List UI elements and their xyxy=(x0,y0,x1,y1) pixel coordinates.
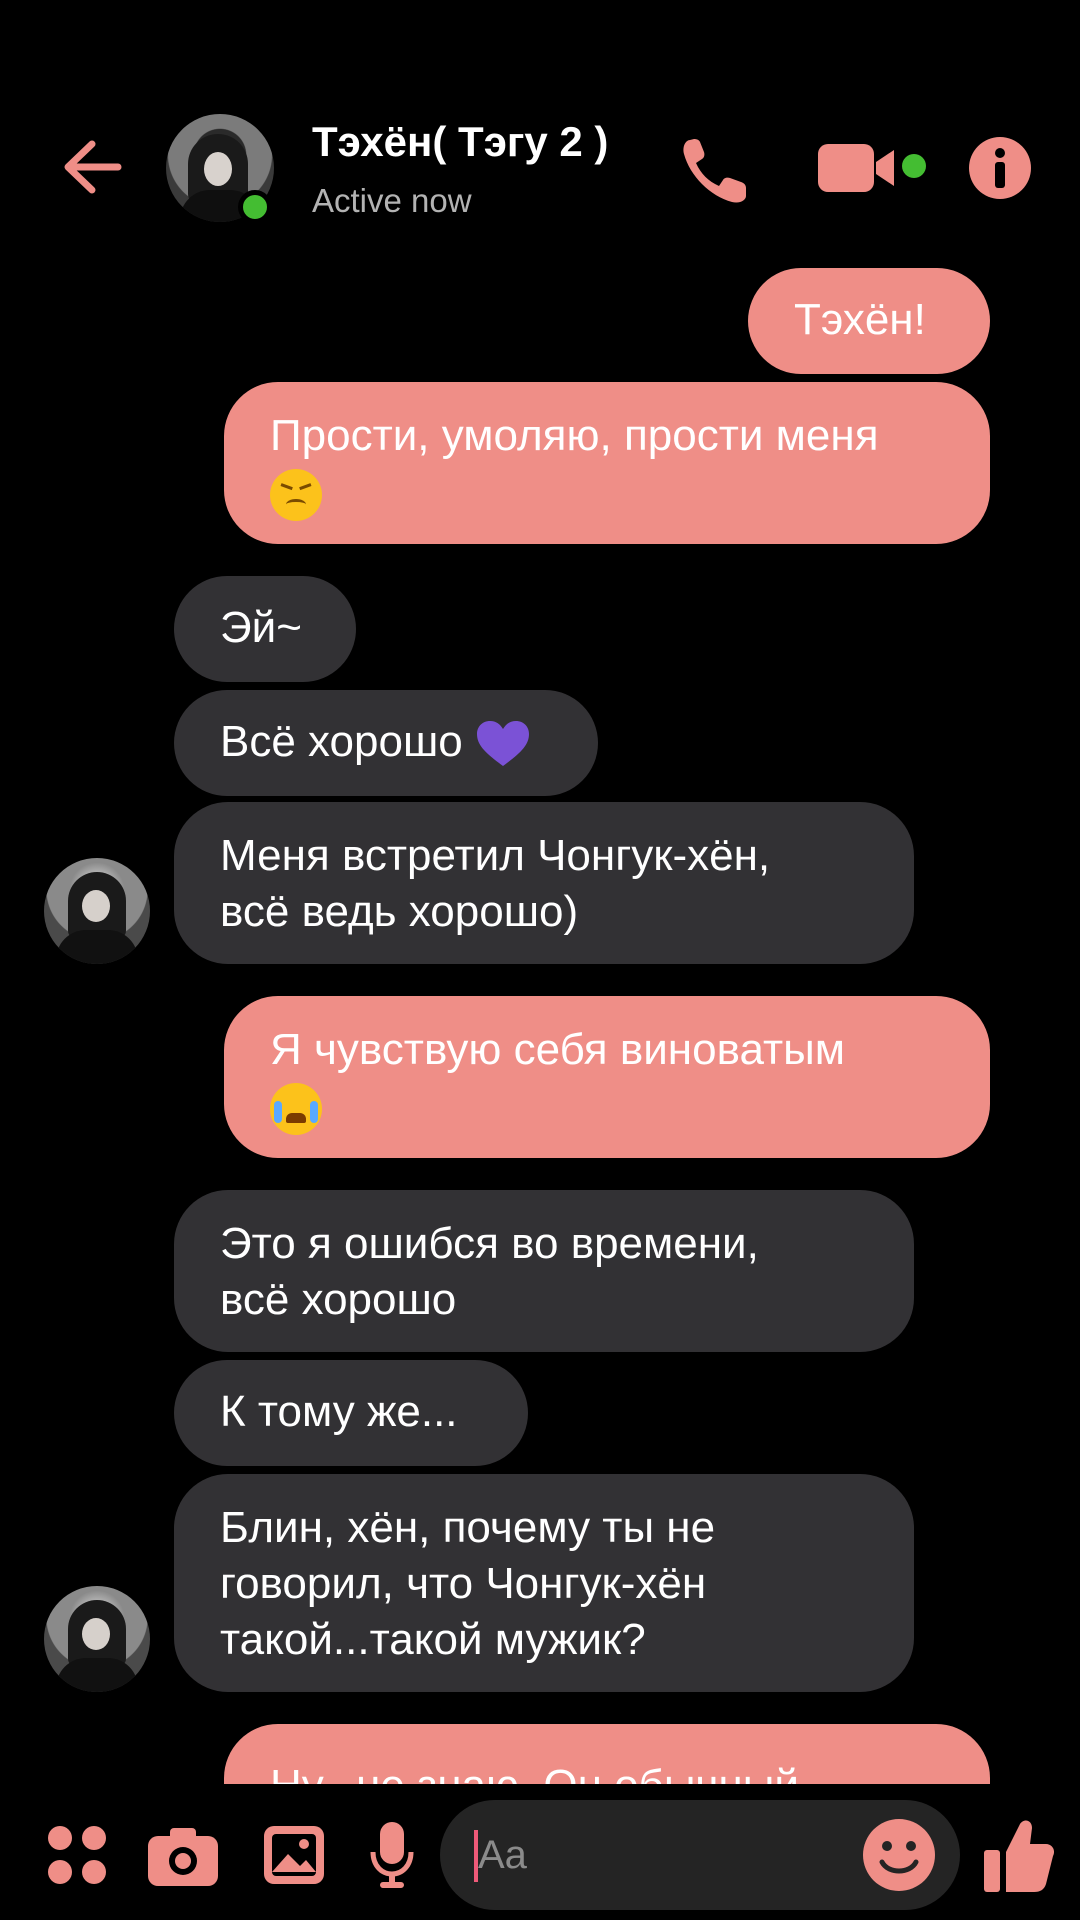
chat-header: Тэхён( Тэгу 2 ) Active now xyxy=(0,0,1080,250)
message-bubble-outgoing[interactable]: Я чувствую себя виноватым xyxy=(224,996,990,1158)
phone-call-icon[interactable] xyxy=(676,130,756,210)
message-text: Всё хорошо xyxy=(220,717,463,766)
message-text: Блин, хён, почему ты не говорил, что Чон… xyxy=(220,1503,716,1664)
message-bubble-incoming[interactable]: К тому же... xyxy=(174,1360,528,1466)
message-text: Тэхён! xyxy=(794,295,926,344)
contact-name[interactable]: Тэхён( Тэгу 2 ) xyxy=(312,118,608,166)
message-bubble-incoming[interactable]: Всё хорошо xyxy=(174,690,598,796)
message-text: Меня встретил Чонгук-хён, всё ведь хорош… xyxy=(220,831,771,936)
message-text: Прости, умоляю, прости меня xyxy=(270,411,879,460)
back-arrow-icon[interactable] xyxy=(58,132,128,202)
thumbs-up-icon[interactable] xyxy=(984,1818,1054,1894)
emoji-icon[interactable] xyxy=(862,1818,936,1892)
contact-avatar-small[interactable] xyxy=(44,1586,150,1692)
online-indicator xyxy=(238,190,272,224)
message-bubble-incoming[interactable]: Эй~ xyxy=(174,576,356,682)
purple-heart-emoji-icon xyxy=(476,721,529,767)
video-call-icon[interactable] xyxy=(818,140,936,196)
gallery-icon[interactable] xyxy=(262,1824,326,1886)
message-bubble-incoming[interactable]: Меня встретил Чонгук-хён, всё ведь хорош… xyxy=(174,802,914,964)
info-icon[interactable] xyxy=(968,136,1032,200)
message-text: К тому же... xyxy=(220,1387,458,1436)
message-input[interactable] xyxy=(476,1824,860,1886)
message-bubble-incoming[interactable]: Блин, хён, почему ты не говорил, что Чон… xyxy=(174,1474,914,1692)
text-caret xyxy=(474,1830,478,1882)
camera-icon[interactable] xyxy=(148,1826,218,1886)
message-bubble-outgoing[interactable]: Прости, умоляю, прости меня xyxy=(224,382,990,544)
message-text: Это я ошибся во времени, всё хорошо xyxy=(220,1219,759,1324)
message-bubble-outgoing[interactable]: Тэхён! xyxy=(748,268,990,374)
message-bubble-incoming[interactable]: Это я ошибся во времени, всё хорошо xyxy=(174,1190,914,1352)
microphone-icon[interactable] xyxy=(370,1822,414,1890)
message-text: Эй~ xyxy=(220,603,302,652)
apps-icon[interactable] xyxy=(46,1824,108,1886)
persevering-face-emoji-icon xyxy=(270,469,322,522)
message-text: Я чувствую себя виноватым xyxy=(270,1025,845,1074)
contact-avatar-small[interactable] xyxy=(44,858,150,964)
contact-status: Active now xyxy=(312,182,472,219)
loudly-crying-face-emoji-icon xyxy=(270,1083,322,1136)
